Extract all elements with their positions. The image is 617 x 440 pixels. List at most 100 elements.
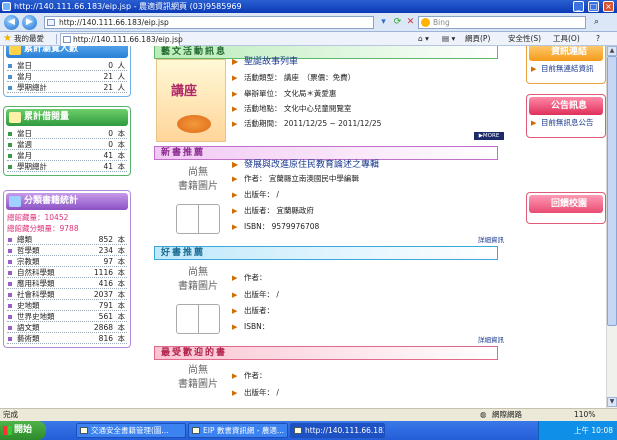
goodbooks-more-link[interactable]: 詳細資訊	[478, 334, 504, 344]
visitors-box: 累計瀏覽人數 當日 0 人 當月 21 人 學期總計 21 人	[3, 46, 131, 97]
search-icon[interactable]: ⌕	[591, 17, 602, 28]
taskbar-item[interactable]: http://140.111.66.183/eip...	[290, 423, 385, 438]
dropdown-icon[interactable]: ▾	[378, 17, 389, 28]
notice-header: 公告訊息	[529, 97, 603, 115]
safety-menu[interactable]: 安全性(S)	[508, 32, 541, 46]
feedback-box[interactable]: 回饋校園	[526, 192, 606, 224]
favorites-bar: ★ 我的最愛 http://140.111.66.183/eip.jsp ⌂ ▾…	[0, 32, 617, 46]
category-box: 分類書籍統計 總館藏量：10452 總館藏分類量：9788 總類 852 本 哲學類…	[3, 190, 131, 348]
resources-box: 資訊連結 ▶ 目前無連結資訊	[526, 46, 606, 84]
category-row: 總類 852 本	[7, 234, 127, 245]
zoom-level[interactable]: 110%	[574, 409, 595, 421]
event-title-link[interactable]: ▶ 聖誕故事列車	[232, 56, 298, 68]
taskbar-item[interactable]: EIP 數書資訊網 - 農適...	[188, 423, 288, 438]
event-detail: ▶ 活動地點： 文化中心兒童閱覽室	[232, 104, 352, 113]
window-title-bar: http://140.111.66.183/eip.jsp - 農適資訊網頁 (…	[0, 0, 617, 13]
newbooks-more-link[interactable]: 詳細資訊	[478, 234, 504, 244]
stat-row: 當日 0 本	[7, 128, 127, 139]
book-detail: ▶ ISBN：	[232, 322, 270, 331]
page-menu[interactable]: 網頁(P)	[465, 32, 490, 46]
bing-icon	[421, 18, 430, 27]
status-bar: 完成 ◍ 網際網路 110%	[0, 408, 617, 421]
book-sketch-icon	[176, 204, 220, 234]
category-row: 語文類 2868 本	[7, 322, 127, 333]
tools-menu[interactable]: 工具(O)	[553, 32, 580, 46]
globe-icon: ◍	[480, 410, 487, 419]
book-detail: ▶ 作者：	[232, 371, 267, 380]
event-detail: ▶ 活動期間： 2011/12/25 ~ 2011/12/25	[232, 119, 382, 128]
scroll-thumb[interactable]	[607, 56, 617, 326]
taskbar: 開始 交通安全書籍管理(圖... EIP 數書資訊網 - 農適... http:…	[0, 421, 617, 440]
forward-button[interactable]: ▶	[22, 15, 37, 30]
vertical-scrollbar[interactable]: ▲ ▼	[606, 46, 617, 408]
category-row: 哲學類 234 本	[7, 245, 127, 256]
home-icon[interactable]: ⌂ ▾	[418, 32, 429, 46]
toolbar-divider	[56, 34, 57, 44]
book-detail: ▶ 出版年： /	[232, 388, 279, 397]
no-book-image: 尚無 書籍圖片	[166, 266, 230, 346]
window-title: http://140.111.66.183/eip.jsp - 農適資訊網頁 (…	[14, 2, 242, 11]
notice-box: 公告訊息 ▶ 目前無訊息公告	[526, 94, 606, 138]
stop-icon[interactable]: ✕	[405, 17, 416, 28]
event-detail: ▶ 舉辦單位： 文化局＊黃愛惠	[232, 89, 337, 98]
no-book-image: 尚無 書籍圖片	[166, 166, 230, 246]
newbook-title-link[interactable]: ▶ 發展與改進原住民教育論述之專輯	[232, 159, 379, 171]
star-icon: ★	[3, 33, 12, 44]
book-detail: ▶ 出版年： /	[232, 290, 279, 299]
close-button[interactable]: ×	[603, 1, 614, 12]
system-tray: 上午 10:08	[538, 421, 617, 440]
minimize-button[interactable]: _	[573, 1, 584, 12]
resources-text: ▶ 目前無連結資訊	[531, 64, 594, 73]
status-text: 完成	[3, 410, 18, 419]
taskbar-item[interactable]: 交通安全書籍管理(圖...	[76, 423, 186, 438]
stat-row: 當月 21 人	[7, 71, 127, 82]
category-header: 分類書籍統計	[6, 193, 128, 210]
page-content: 累計瀏覽人數 當日 0 人 當月 21 人 學期總計 21 人 累計借閱量 當日 0 本 當週 0…	[0, 46, 606, 408]
resources-header: 資訊連結	[529, 46, 603, 61]
favorites-button[interactable]: ★ 我的最愛	[2, 32, 44, 46]
no-book-image: 尚無 書籍圖片	[178, 365, 218, 390]
clock: 上午 10:08	[574, 426, 613, 435]
newbooks-header: 新書推薦	[154, 146, 498, 160]
address-bar: ◀ ▶ http://140.111.66.183/eip.jsp ▾ ⟳ ✕ …	[0, 13, 617, 32]
borrow-box: 累計借閱量 當日 0 本 當週 0 本 當月 41 本 學期總計 41 本	[3, 106, 131, 176]
borrow-header: 累計借閱量	[6, 109, 128, 126]
zone-text: 網際網路	[492, 410, 522, 419]
stat-row: 當月 41 本	[7, 150, 127, 161]
classified-collection: 總館藏分類量：9788	[7, 224, 79, 233]
book-icon	[9, 112, 21, 123]
page-icon	[63, 36, 71, 43]
category-row: 應用科學類 416 本	[7, 278, 127, 289]
book-detail: ▶ 作者：	[232, 273, 267, 282]
stat-row: 當週 0 本	[7, 139, 127, 150]
total-collection: 總館藏量：10452	[7, 213, 69, 222]
refresh-icon[interactable]: ⟳	[392, 17, 403, 28]
feedback-header: 回饋校園	[529, 195, 603, 213]
event-detail: ▶ 活動類型： 講座 （票價：免費）	[232, 73, 356, 82]
help-icon[interactable]: ?	[596, 32, 600, 46]
book-detail: ▶ 作者： 宜蘭縣立南澳國民中學編輯	[232, 174, 359, 183]
start-button[interactable]: 開始	[0, 421, 46, 440]
back-button[interactable]: ◀	[4, 15, 19, 30]
url-input[interactable]: http://140.111.66.183/eip.jsp	[44, 16, 374, 29]
stat-row: 學期總計 41 本	[7, 161, 127, 172]
event-poster[interactable]: 講座	[156, 59, 226, 142]
scroll-down-icon[interactable]: ▼	[607, 397, 617, 407]
book-detail: ▶ 出版者： 宜蘭縣政府	[232, 206, 314, 215]
search-input[interactable]: Bing	[418, 16, 586, 29]
scroll-up-icon[interactable]: ▲	[607, 46, 617, 56]
events-header: 藝文活動訊息	[154, 46, 498, 59]
stat-row: 當日 0 人	[7, 60, 127, 71]
book-detail: ▶ 出版者：	[232, 306, 274, 315]
maximize-button[interactable]: □	[588, 1, 599, 12]
category-row: 社會科學類 2037 本	[7, 289, 127, 300]
category-row: 宗教類 97 本	[7, 256, 127, 267]
book-sketch-icon	[176, 304, 220, 334]
browser-tab[interactable]: http://140.111.66.183/eip.jsp	[60, 33, 183, 46]
ie-icon	[2, 2, 11, 11]
feeds-icon[interactable]: ▤ ▾	[442, 32, 455, 46]
more-button[interactable]: ▶MORE	[474, 132, 504, 140]
popular-header: 最受歡迎的書	[154, 346, 498, 360]
books-icon	[9, 196, 21, 207]
book-detail: ▶ ISBN： 9579976708	[232, 222, 320, 231]
